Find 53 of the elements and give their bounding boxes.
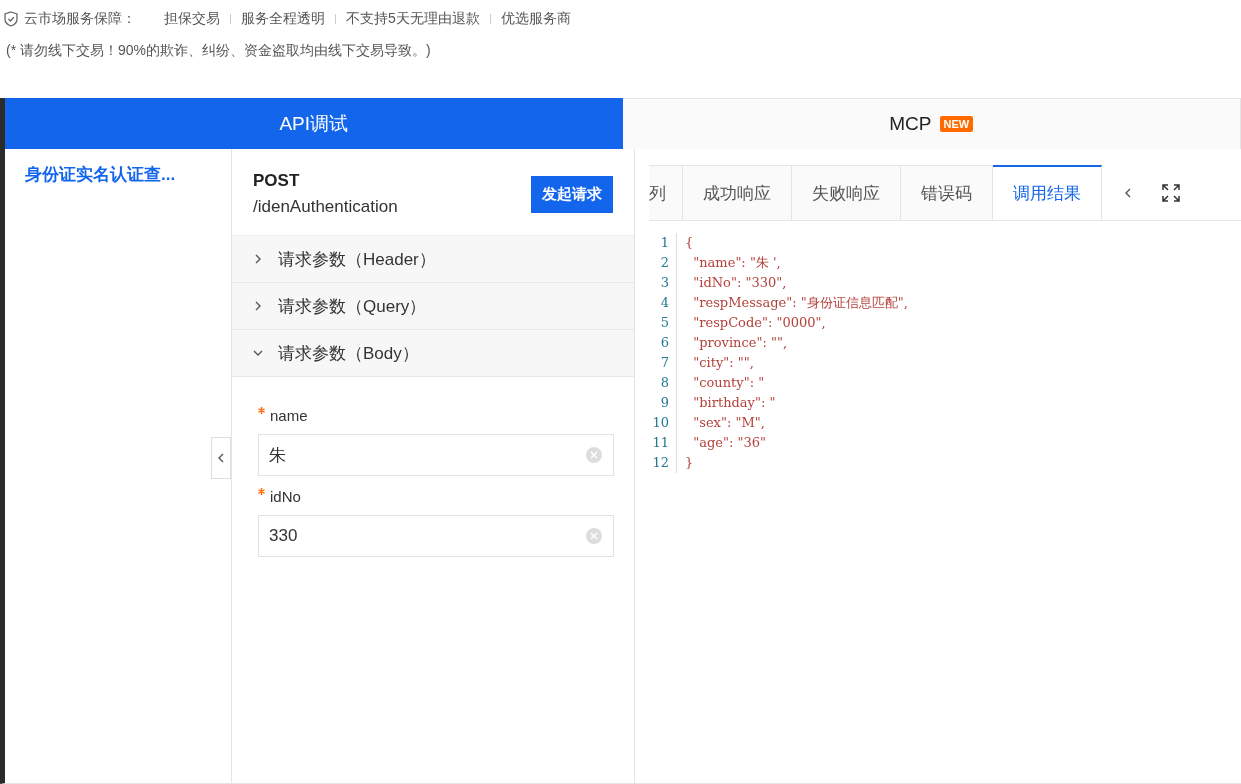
http-method: POST xyxy=(253,171,301,191)
line-number: 6 xyxy=(660,335,669,350)
result-tab[interactable]: 成功响应 xyxy=(683,165,792,220)
guarantee-item: 不支持5天无理由退款 xyxy=(345,10,481,28)
code-line: } xyxy=(685,455,694,470)
guarantee-item: 担保交易 xyxy=(163,10,221,28)
line-number: 12 xyxy=(652,455,669,470)
code-line: "respMessage": "身份证信息匹配", xyxy=(692,295,908,310)
new-badge: NEW xyxy=(939,116,974,132)
line-number: 7 xyxy=(660,355,669,370)
code-line: "sex": "M", xyxy=(692,415,765,430)
main-tab[interactable]: MCP NEW xyxy=(622,98,1241,149)
guarantee-title: 云市场服务保障： xyxy=(24,10,136,28)
field-label: idNo xyxy=(270,488,301,505)
shield-check-icon xyxy=(4,11,18,27)
line-number: 2 xyxy=(660,255,669,270)
line-number: 11 xyxy=(652,435,669,450)
params-section-header[interactable]: 请求参数（Body） xyxy=(232,330,634,377)
result-tab[interactable]: 错误码 xyxy=(901,165,993,220)
code-line: "province": "", xyxy=(692,335,788,350)
code-line: "age": "36" xyxy=(692,435,766,450)
clear-icon[interactable] xyxy=(585,527,603,545)
main-tab[interactable]: API调试 xyxy=(5,98,623,149)
input-field[interactable]: 朱 xyxy=(258,434,614,476)
fullscreen-icon[interactable] xyxy=(1162,183,1180,202)
endpoint-path: /idenAuthentication xyxy=(253,197,398,217)
line-number: 9 xyxy=(660,395,669,410)
result-tab[interactable]: 列 xyxy=(649,165,683,220)
params-section-header[interactable]: 请求参数（Header） xyxy=(232,236,634,283)
result-tab[interactable]: 失败响应 xyxy=(792,165,901,220)
send-request-button[interactable]: 发起请求 xyxy=(531,175,613,213)
code-line: "respCode": "0000", xyxy=(692,315,826,330)
input-field[interactable]: 330 xyxy=(258,515,614,557)
guarantee-item: 优选服务商 xyxy=(499,10,572,28)
collapse-button[interactable] xyxy=(211,437,231,479)
code-line: "birthday": " xyxy=(692,395,776,410)
guarantee-item: 服务全程透明 xyxy=(240,10,326,28)
warning-text: (* 请勿线下交易！90%的欺诈、纠纷、资金盗取均由线下交易导致。) xyxy=(5,42,432,60)
field-label: name xyxy=(270,407,308,424)
line-number: 5 xyxy=(660,315,669,330)
code-line: "name": "朱 ', xyxy=(692,255,781,270)
line-number: 4 xyxy=(660,295,669,310)
params-section-header[interactable]: 请求参数（Query） xyxy=(232,283,634,330)
line-number: 3 xyxy=(660,275,669,290)
line-number: 10 xyxy=(652,415,669,430)
code-line: { xyxy=(685,235,694,250)
code-line: "county": " xyxy=(692,375,765,390)
code-line: "city": "", xyxy=(692,355,754,370)
line-number: 1 xyxy=(660,235,669,250)
result-tab[interactable]: 调用结果 xyxy=(993,165,1102,220)
line-number: 8 xyxy=(660,375,669,390)
clear-icon[interactable] xyxy=(585,446,603,464)
code-line: "idNo": "330", xyxy=(692,275,787,290)
